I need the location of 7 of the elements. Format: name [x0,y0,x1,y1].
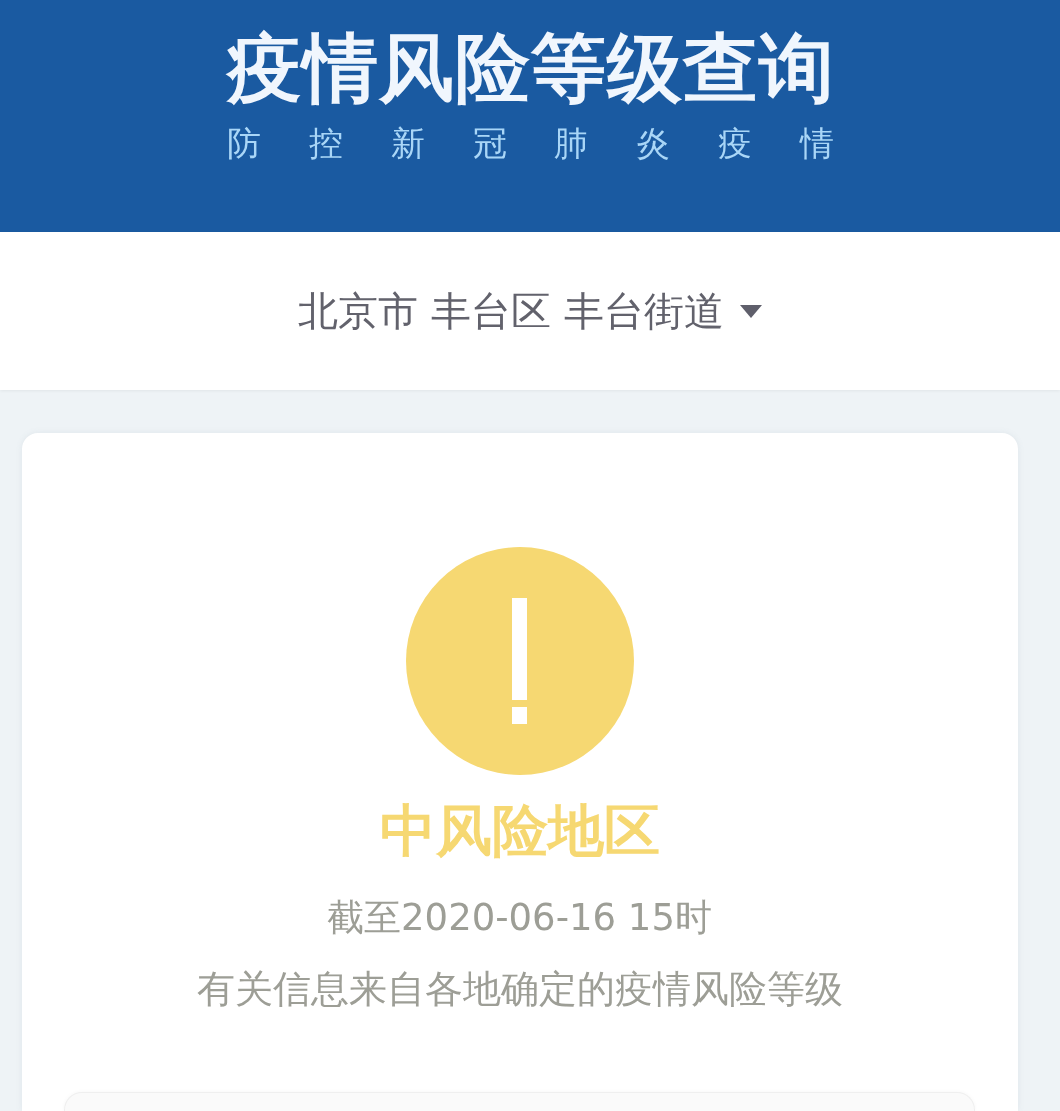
location-dropdown[interactable]: 北京市 丰台区 丰台街道 [298,291,762,331]
caret-icon [739,304,762,318]
info-note: 有关信息来自各地确定的疫情风险等级 [196,970,843,1008]
risk-level-label: 中风险地区 [379,803,660,859]
page-title: 疫情风险等级查询 [226,31,835,106]
page-subtitle: 防控新冠肺炎疫情 [227,126,834,160]
update-time: 截至2020-06-16 15时 [327,899,712,936]
